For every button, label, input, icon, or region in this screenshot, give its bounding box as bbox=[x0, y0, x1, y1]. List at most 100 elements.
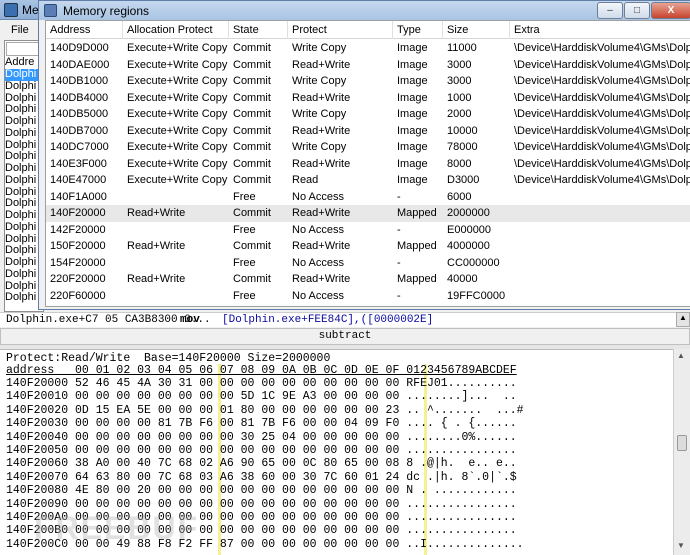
column-header-size[interactable]: Size bbox=[443, 21, 510, 39]
table-cell: \Device\HarddiskVolume4\GMs\Dolphi bbox=[514, 42, 690, 54]
memory-regions-dialog: Memory regions – □ X Address Allocation P… bbox=[38, 0, 690, 310]
table-cell: No Access bbox=[292, 289, 344, 302]
table-cell: Mapped bbox=[397, 273, 437, 285]
table-row[interactable]: 220F60000 Free No Access - 19FFC0000 bbox=[46, 288, 690, 305]
hex-scrollbar[interactable]: ▲ ▼ bbox=[673, 349, 690, 555]
table-cell: 220F60000 bbox=[50, 289, 106, 302]
table-cell: Execute+Write Copy bbox=[127, 174, 228, 186]
table-cell: 19FFC0000 bbox=[447, 289, 506, 302]
table-cell: 140E47000 bbox=[50, 174, 107, 186]
table-cell: 3000 bbox=[447, 75, 472, 87]
table-cell: Execute+Write Copy bbox=[127, 124, 228, 137]
column-header-state[interactable]: State bbox=[229, 21, 288, 39]
table-cell: Read+Write bbox=[292, 124, 351, 137]
table-cell: 140F20000 bbox=[50, 207, 106, 219]
table-row[interactable]: 140DB5000 Execute+Write Copy Commit Write C… bbox=[46, 106, 690, 123]
disassembler-line[interactable]: Dolphin.exe+C7 05 CA3B8300 0... mov [Dol… bbox=[0, 312, 690, 327]
table-cell: Execute+Write Copy bbox=[127, 42, 228, 54]
watermark-logo: FREEBUF bbox=[34, 510, 200, 546]
table-row[interactable]: 140D9D000 Execute+Write Copy Commit Write C… bbox=[46, 40, 690, 57]
table-cell: Image bbox=[397, 91, 428, 104]
table-cell: Commit bbox=[233, 273, 271, 285]
table-cell: No Access bbox=[292, 223, 344, 236]
table-cell: Free bbox=[233, 223, 256, 236]
table-row[interactable]: 150F20000 Read+Write Commit Read+Write Mappe… bbox=[46, 238, 690, 255]
table-cell: Commit bbox=[233, 174, 271, 186]
hex-line[interactable]: 140F20020 0D 15 EA 5E 00 00 00 01 80 00 … bbox=[6, 405, 524, 417]
table-row[interactable]: 142F20000 Free No Access - E000000 bbox=[46, 222, 690, 239]
table-cell: - bbox=[397, 289, 401, 302]
hex-line[interactable]: 140F20010 00 00 00 00 00 00 00 00 5D 1C … bbox=[6, 391, 517, 403]
column-header-type[interactable]: Type bbox=[393, 21, 443, 39]
table-cell: Image bbox=[397, 42, 428, 54]
table-cell: 140DAE000 bbox=[50, 58, 110, 71]
table-cell: Read+Write bbox=[292, 207, 351, 219]
process-filter-input[interactable] bbox=[6, 42, 42, 56]
table-cell: Image bbox=[397, 108, 428, 120]
table-cell: Read bbox=[292, 174, 319, 186]
table-cell: D3000 bbox=[447, 174, 480, 186]
table-row[interactable]: 140DC7000 Execute+Write Copy Commit Write C… bbox=[46, 139, 690, 156]
table-cell: No Access bbox=[292, 256, 344, 269]
table-cell: Image bbox=[397, 124, 428, 137]
table-cell: Image bbox=[397, 58, 428, 71]
dialog-title-bar[interactable]: Memory regions – □ X bbox=[39, 1, 690, 20]
disasm-scroll-up-icon[interactable]: ▲ bbox=[676, 312, 690, 327]
scroll-up-icon[interactable]: ▲ bbox=[677, 351, 685, 360]
table-row[interactable]: 140DB7000 Execute+Write Copy Commit Read+Wr… bbox=[46, 123, 690, 140]
table-cell: Commit bbox=[233, 108, 271, 120]
column-header-protect[interactable]: Protect bbox=[288, 21, 393, 39]
hex-line[interactable]: 140F20000 52 46 45 4A 30 31 00 00 00 00 … bbox=[6, 378, 517, 390]
table-row[interactable]: 220F20000 Read+Write Commit Read+Write Mappe… bbox=[46, 271, 690, 288]
table-cell: Execute+Write Copy bbox=[127, 91, 228, 104]
hex-line[interactable]: 140F20030 00 00 00 00 81 7B F6 00 81 7B … bbox=[6, 418, 517, 430]
table-cell: \Device\HarddiskVolume4\GMs\Dolphi bbox=[514, 174, 690, 186]
scroll-down-icon[interactable]: ▼ bbox=[677, 541, 685, 550]
maximize-button[interactable]: □ bbox=[624, 2, 650, 19]
table-row[interactable]: 140DAE000 Execute+Write Copy Commit Read+Wr… bbox=[46, 57, 690, 74]
scroll-thumb[interactable] bbox=[677, 435, 687, 451]
status-bar: subtract bbox=[0, 328, 690, 345]
table-row[interactable]: 140F20000 Read+Write Commit Read+Write Mappe… bbox=[46, 205, 690, 222]
table-row[interactable]: 140DB4000 Execute+Write Copy Commit Read+Wr… bbox=[46, 90, 690, 107]
hex-line[interactable]: 140F20050 00 00 00 00 00 00 00 00 00 00 … bbox=[6, 445, 517, 457]
table-cell: Commit bbox=[233, 42, 271, 54]
table-row[interactable]: 140E47000 Execute+Write Copy Commit Read Ima… bbox=[46, 172, 690, 189]
table-cell: Mapped bbox=[397, 207, 437, 219]
table-cell: 40000 bbox=[447, 273, 478, 285]
table-header: Address Allocation Protect State Protect Typ… bbox=[46, 21, 690, 39]
table-cell: Commit bbox=[233, 91, 271, 104]
menu-file-label: File bbox=[11, 24, 29, 36]
close-button[interactable]: X bbox=[651, 2, 690, 19]
table-cell: Read+Write bbox=[292, 91, 351, 104]
table-cell: \Device\HarddiskVolume4\GMs\Dolphi bbox=[514, 141, 690, 153]
table-cell: 1000 bbox=[447, 91, 472, 104]
table-cell: Execute+Write Copy bbox=[127, 108, 228, 120]
table-cell: \Device\HarddiskVolume4\GMs\Dolphi bbox=[514, 108, 690, 120]
hex-line[interactable]: 140F20090 00 00 00 00 00 00 00 00 00 00 … bbox=[6, 499, 517, 511]
table-cell: 142F20000 bbox=[50, 223, 106, 236]
hex-line[interactable]: 140F20040 00 00 00 00 00 00 00 00 30 25 … bbox=[6, 432, 517, 444]
table-cell: 3000 bbox=[447, 58, 472, 71]
table-row[interactable]: 140E3F000 Execute+Write Copy Commit Read+Wr… bbox=[46, 156, 690, 173]
table-row[interactable]: 154F20000 Free No Access - CC000000 bbox=[46, 255, 690, 272]
menu-file[interactable]: File bbox=[0, 20, 42, 40]
minimize-button[interactable]: – bbox=[597, 2, 623, 19]
table-cell: 140E3F000 bbox=[50, 157, 107, 170]
disasm-mnemonic: mov bbox=[180, 314, 200, 326]
hex-line[interactable]: 140F20060 38 A0 00 40 7C 68 02 A6 90 65 … bbox=[6, 458, 517, 470]
hex-line[interactable]: 140F20080 4E 80 00 20 00 00 00 00 00 00 … bbox=[6, 485, 517, 497]
table-cell: 140D9D000 bbox=[50, 42, 109, 54]
hex-line[interactable]: 140F20070 64 63 80 00 7C 68 03 A6 38 60 … bbox=[6, 472, 517, 484]
column-header-allocation-protect[interactable]: Allocation Protect bbox=[123, 21, 229, 39]
table-cell: - bbox=[397, 223, 401, 236]
table-cell: \Device\HarddiskVolume4\GMs\Dolphi bbox=[514, 91, 690, 104]
column-header-address[interactable]: Address bbox=[46, 21, 123, 39]
table-cell: 220F20000 bbox=[50, 273, 106, 285]
column-header-extra[interactable]: Extra bbox=[510, 21, 690, 39]
main-title: Me bbox=[22, 3, 39, 17]
table-row[interactable]: 140F1A000 Free No Access - 6000 bbox=[46, 189, 690, 206]
table-cell: Execute+Write Copy bbox=[127, 141, 228, 153]
table-cell: Commit bbox=[233, 58, 271, 71]
table-row[interactable]: 140DB1000 Execute+Write Copy Commit Write C… bbox=[46, 73, 690, 90]
